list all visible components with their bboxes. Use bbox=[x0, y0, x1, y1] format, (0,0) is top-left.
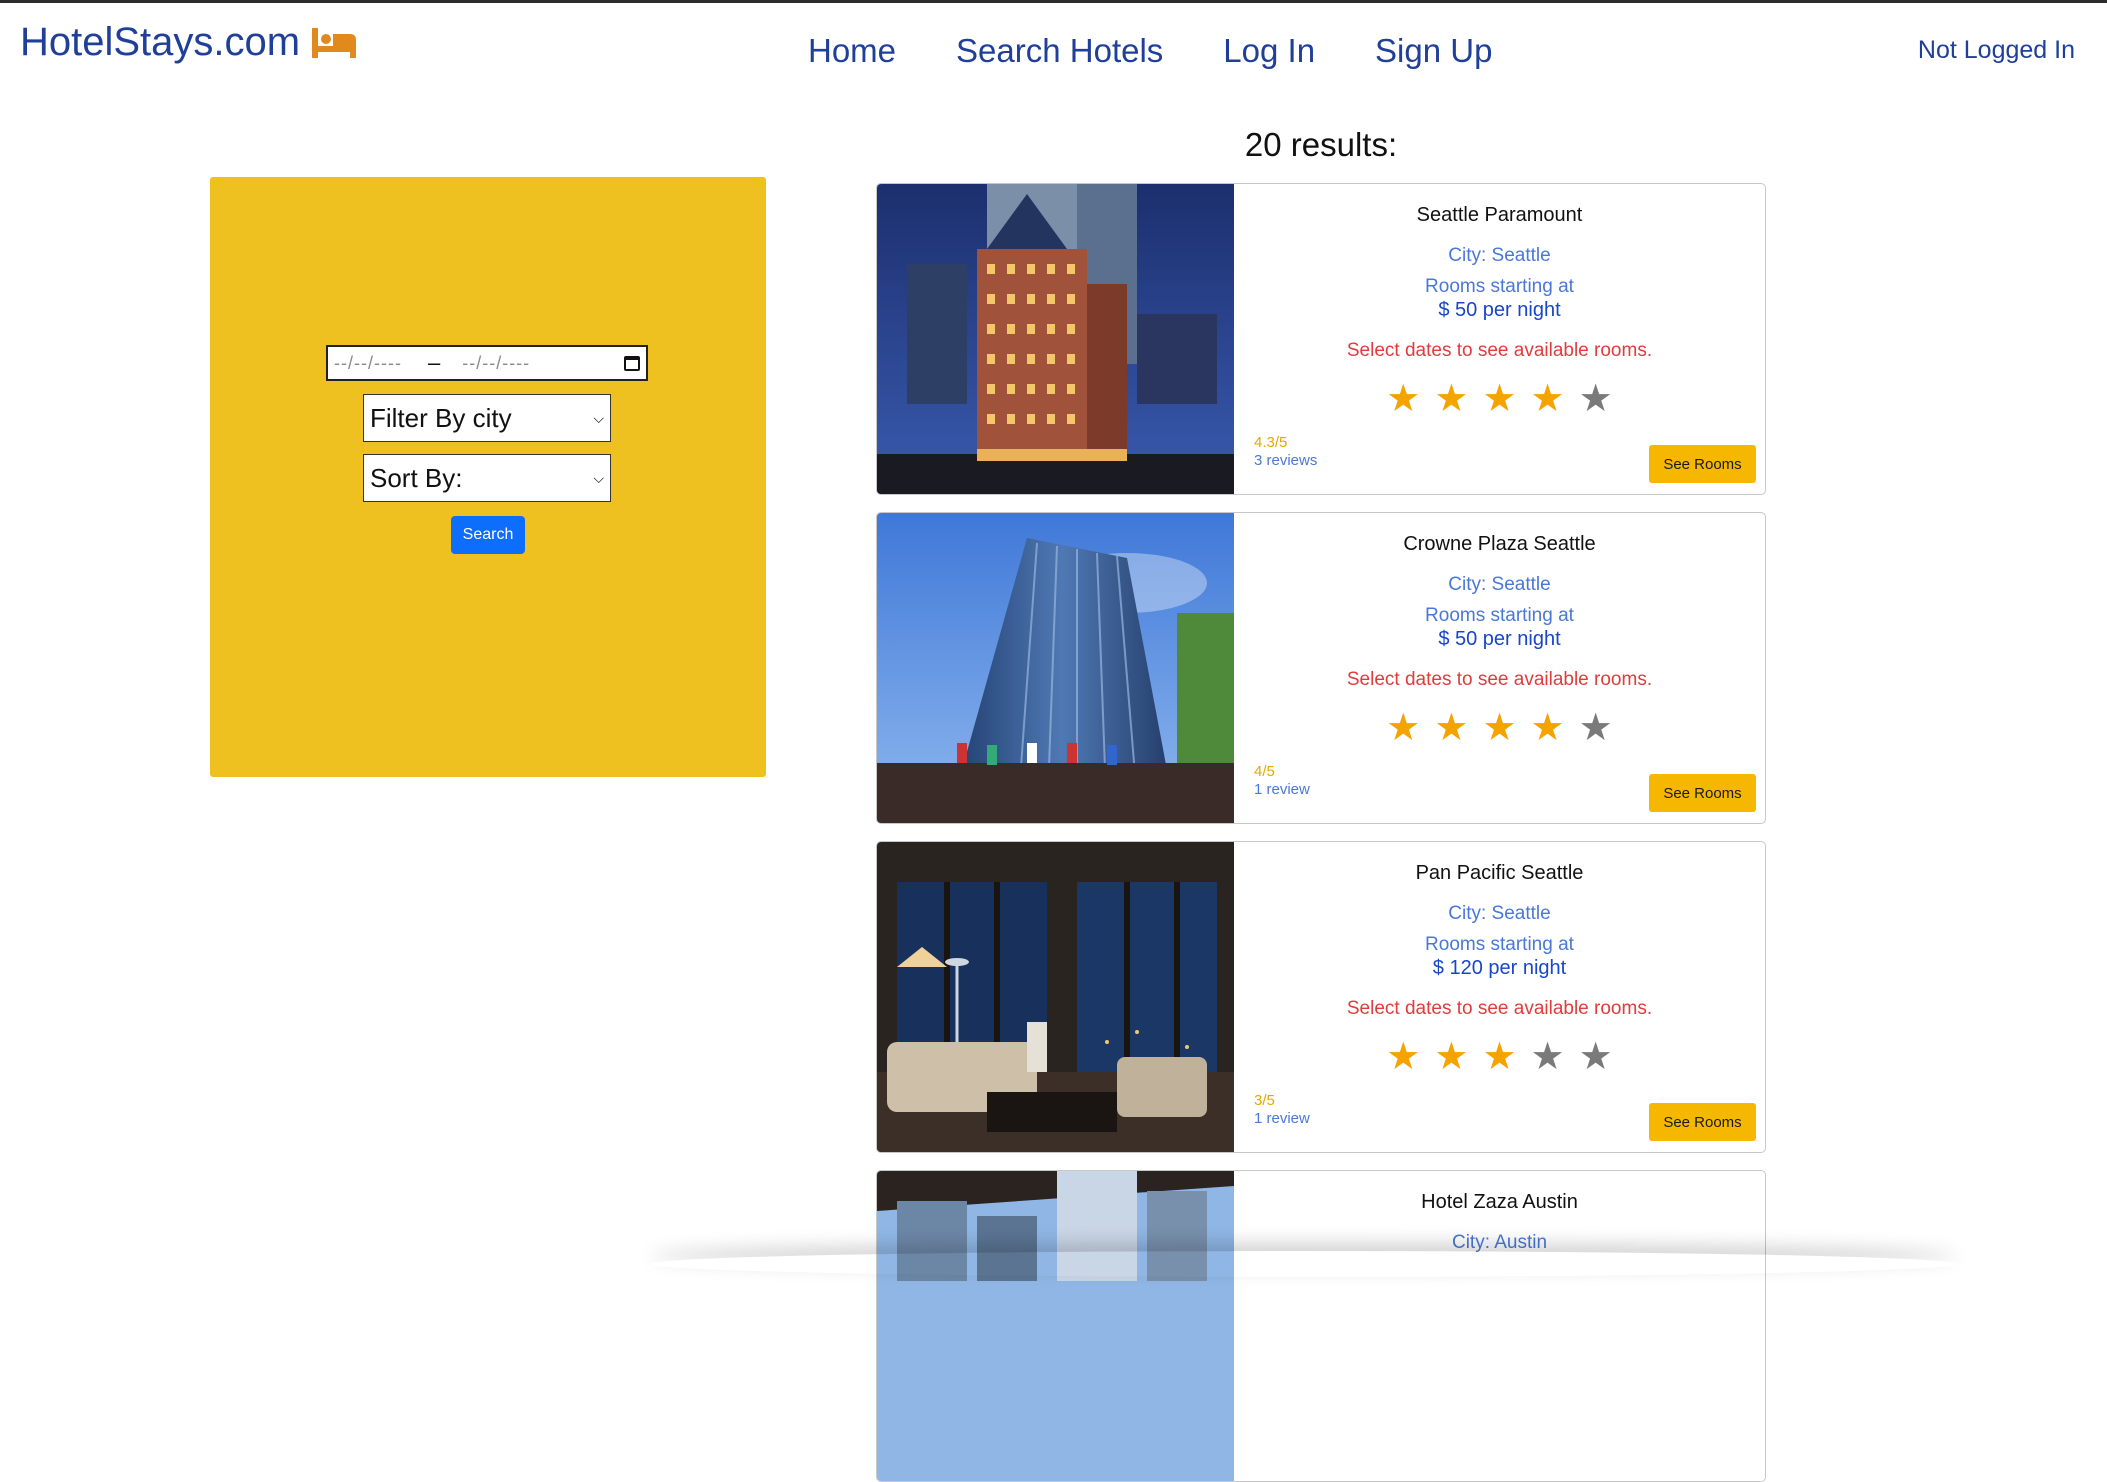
hotel-info: Crowne Plaza Seattle City: Seattle Rooms… bbox=[1234, 513, 1765, 823]
window-top-border bbox=[0, 0, 2107, 3]
rating-score: 4/5 bbox=[1254, 763, 1275, 780]
hotel-card: Pan Pacific Seattle City: Seattle Rooms … bbox=[876, 841, 1766, 1153]
rating-score: 4.3/5 bbox=[1254, 434, 1288, 451]
hotel-price: $ 50 per night bbox=[1438, 299, 1561, 321]
star-icon: ★ bbox=[1482, 707, 1517, 749]
see-rooms-button[interactable]: See Rooms bbox=[1649, 445, 1756, 483]
star-icon: ★ bbox=[1530, 1036, 1565, 1078]
filter-city-select[interactable]: Filter By city ⌵ bbox=[363, 394, 611, 442]
dates-notice: Select dates to see available rooms. bbox=[1346, 669, 1653, 690]
see-rooms-button[interactable]: See Rooms bbox=[1649, 774, 1756, 812]
date-end-field[interactable]: --/--/---- bbox=[462, 353, 530, 374]
date-start-field[interactable]: --/--/---- bbox=[334, 353, 402, 374]
nav-search-hotels[interactable]: Search Hotels bbox=[956, 32, 1163, 70]
login-status: Not Logged In bbox=[1917, 36, 2075, 64]
sort-select[interactable]: Sort By: ⌵ bbox=[363, 454, 611, 502]
chevron-down-icon: ⌵ bbox=[593, 409, 604, 426]
rooms-starting-label: Rooms starting at bbox=[1425, 605, 1574, 626]
nav-sign-up[interactable]: Sign Up bbox=[1375, 32, 1492, 70]
date-range-input[interactable]: --/--/---- – --/--/---- bbox=[326, 345, 648, 381]
hotel-price: $ 120 per night bbox=[1432, 957, 1567, 979]
star-icon: ★ bbox=[1578, 707, 1613, 749]
hotel-name: Seattle Paramount bbox=[1416, 204, 1583, 226]
star-icon: ★ bbox=[1482, 378, 1517, 420]
brand-name: HotelStays.com bbox=[20, 20, 301, 64]
hotel-city: City: Seattle bbox=[1448, 245, 1551, 266]
rating-score: 3/5 bbox=[1254, 1092, 1275, 1109]
brand-logo[interactable]: HotelStays.com bbox=[20, 20, 358, 65]
rooms-starting-label: Rooms starting at bbox=[1425, 276, 1574, 297]
hotel-info: Pan Pacific Seattle City: Seattle Rooms … bbox=[1234, 842, 1765, 1152]
hotel-name: Pan Pacific Seattle bbox=[1415, 862, 1584, 884]
main-nav: Home Search Hotels Log In Sign Up bbox=[808, 32, 1492, 70]
dates-notice: Select dates to see available rooms. bbox=[1346, 998, 1653, 1019]
star-icon: ★ bbox=[1530, 707, 1565, 749]
dates-notice: Select dates to see available rooms. bbox=[1346, 340, 1653, 361]
star-icon: ★ bbox=[1434, 378, 1469, 420]
hotel-card: Seattle Paramount City: Seattle Rooms st… bbox=[876, 183, 1766, 495]
hotel-name: Crowne Plaza Seattle bbox=[1403, 533, 1596, 555]
hotel-city: City: Seattle bbox=[1448, 903, 1551, 924]
star-icon: ★ bbox=[1434, 1036, 1469, 1078]
hotel-photo bbox=[877, 842, 1234, 1152]
hotel-name: Hotel Zaza Austin bbox=[1421, 1191, 1578, 1213]
hotel-info: Hotel Zaza Austin City: Austin bbox=[1234, 1171, 1765, 1481]
star-icon: ★ bbox=[1386, 378, 1421, 420]
star-icon: ★ bbox=[1578, 1036, 1613, 1078]
sort-value: Sort By: bbox=[370, 462, 463, 493]
rooms-starting-label: Rooms starting at bbox=[1425, 934, 1574, 955]
search-button[interactable]: Search bbox=[451, 516, 525, 554]
hotel-photo bbox=[877, 513, 1234, 823]
hotel-photo bbox=[877, 184, 1234, 494]
star-rating: ★ ★ ★ ★ ★ bbox=[1234, 380, 1765, 418]
hotel-info: Seattle Paramount City: Seattle Rooms st… bbox=[1234, 184, 1765, 494]
nav-home[interactable]: Home bbox=[808, 32, 896, 70]
review-count[interactable]: 1 review bbox=[1254, 1110, 1310, 1127]
scroll-shadow bbox=[650, 1251, 1957, 1277]
hotel-card: Crowne Plaza Seattle City: Seattle Rooms… bbox=[876, 512, 1766, 824]
hotel-city: City: Seattle bbox=[1448, 574, 1551, 595]
star-icon: ★ bbox=[1386, 1036, 1421, 1078]
star-icon: ★ bbox=[1530, 378, 1565, 420]
nav-log-in[interactable]: Log In bbox=[1223, 32, 1315, 70]
star-rating: ★ ★ ★ ★ ★ bbox=[1234, 709, 1765, 747]
review-count[interactable]: 3 reviews bbox=[1254, 452, 1317, 469]
star-icon: ★ bbox=[1482, 1036, 1517, 1078]
star-rating: ★ ★ ★ ★ ★ bbox=[1234, 1038, 1765, 1076]
star-icon: ★ bbox=[1578, 378, 1613, 420]
chevron-down-icon: ⌵ bbox=[593, 469, 604, 486]
bed-icon bbox=[312, 27, 357, 58]
star-icon: ★ bbox=[1386, 707, 1421, 749]
hotel-price: $ 50 per night bbox=[1438, 628, 1561, 650]
see-rooms-button[interactable]: See Rooms bbox=[1649, 1103, 1756, 1141]
date-separator: – bbox=[427, 350, 441, 375]
filter-city-value: Filter By city bbox=[370, 402, 512, 433]
results-count: 20 results: bbox=[1244, 126, 1398, 163]
hotel-card: Hotel Zaza Austin City: Austin bbox=[876, 1170, 1766, 1482]
search-panel: --/--/---- – --/--/---- Filter By city ⌵… bbox=[210, 177, 766, 777]
review-count[interactable]: 1 review bbox=[1254, 781, 1310, 798]
calendar-icon[interactable] bbox=[624, 355, 640, 371]
star-icon: ★ bbox=[1434, 707, 1469, 749]
hotel-photo bbox=[877, 1171, 1234, 1481]
